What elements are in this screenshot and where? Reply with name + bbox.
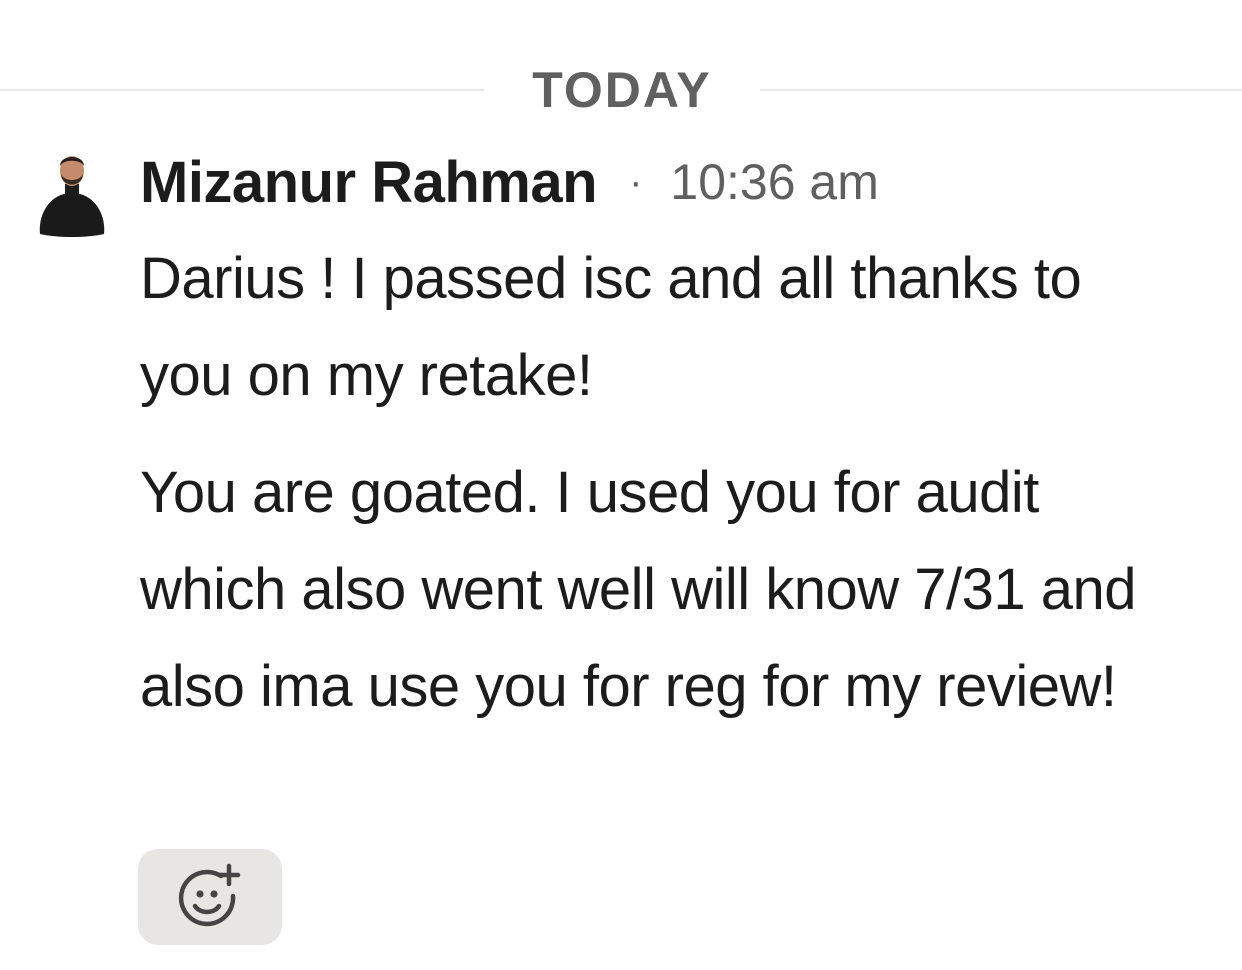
message-timestamp[interactable]: 10:36 am [670,153,878,211]
day-divider-label: TODAY [532,62,712,118]
divider-line-right [760,89,1242,91]
message-body: Darius ! I passed isc and all thanks to … [140,230,1140,735]
divider-line-left [0,89,484,91]
message-paragraph-1: Darius ! I passed isc and all thanks to … [140,246,1082,408]
day-divider: TODAY [0,60,1242,120]
message-header: Mizanur Rahman · 10:36 am [140,146,879,218]
message-paragraph-2: You are goated. I used you for audit whi… [140,460,1137,719]
add-reaction-icon [178,863,241,927]
add-reaction-button[interactable] [138,849,282,945]
avatar[interactable] [36,146,108,238]
user-avatar-icon [39,156,105,237]
header-separator: · [629,159,643,204]
sender-name[interactable]: Mizanur Rahman [140,149,598,216]
